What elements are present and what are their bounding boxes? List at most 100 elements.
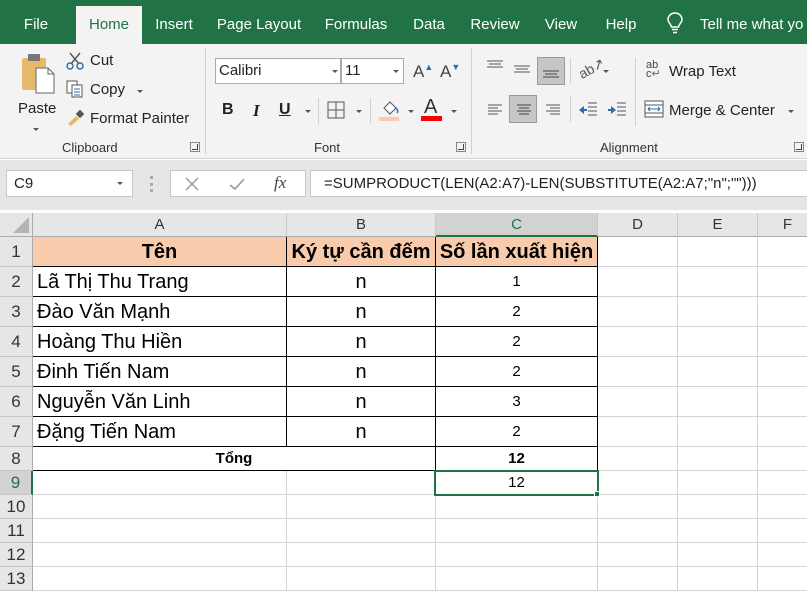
empty-cell[interactable] <box>758 267 807 297</box>
tab-home[interactable]: Home <box>76 6 142 44</box>
empty-cell[interactable] <box>758 357 807 387</box>
empty-cell[interactable] <box>598 543 678 567</box>
row-header-6[interactable]: 6 <box>0 387 33 417</box>
tab-help[interactable]: Help <box>596 6 646 44</box>
empty-cell[interactable] <box>287 567 436 591</box>
empty-cell[interactable] <box>436 495 598 519</box>
empty-cell[interactable] <box>678 417 758 447</box>
bottom-align-button[interactable] <box>537 57 565 85</box>
empty-cell[interactable] <box>598 471 678 495</box>
clipboard-dialog-launcher-icon[interactable] <box>190 142 200 152</box>
align-right-icon[interactable] <box>545 104 561 116</box>
count-cell[interactable]: 2 <box>436 327 598 357</box>
empty-cell[interactable] <box>758 471 807 495</box>
name-cell[interactable]: Nguyễn Văn Linh <box>33 387 287 417</box>
empty-cell[interactable] <box>758 447 807 471</box>
fill-handle[interactable] <box>594 491 600 497</box>
empty-cell[interactable] <box>598 495 678 519</box>
empty-cell[interactable] <box>33 543 287 567</box>
empty-cell[interactable] <box>598 297 678 327</box>
count-cell[interactable]: 2 <box>436 417 598 447</box>
empty-cell[interactable] <box>678 567 758 591</box>
font-dialog-launcher-icon[interactable] <box>456 142 466 152</box>
merge-center-dropdown-icon[interactable] <box>788 110 794 113</box>
fill-color-icon[interactable] <box>379 98 401 122</box>
table-header-cell[interactable]: Tên <box>33 237 287 267</box>
formula-bar-resize-handle[interactable] <box>150 176 153 192</box>
empty-cell[interactable] <box>287 543 436 567</box>
empty-cell[interactable] <box>598 567 678 591</box>
row-header-1[interactable]: 1 <box>0 237 33 267</box>
orientation-dropdown-icon[interactable] <box>603 70 609 73</box>
empty-cell[interactable] <box>287 471 436 495</box>
column-header-e[interactable]: E <box>678 213 758 237</box>
row-header-7[interactable]: 7 <box>0 417 33 447</box>
tab-insert[interactable]: Insert <box>148 6 200 44</box>
copy-button[interactable]: Copy <box>90 81 125 98</box>
name-cell[interactable]: Hoàng Thu Hiền <box>33 327 287 357</box>
align-center-button[interactable] <box>509 95 537 123</box>
empty-cell[interactable] <box>598 417 678 447</box>
char-cell[interactable]: n <box>287 357 436 387</box>
copy-dropdown-icon[interactable] <box>137 90 143 93</box>
empty-cell[interactable] <box>436 519 598 543</box>
table-header-cell[interactable]: Ký tự cần đếm <box>287 237 436 267</box>
empty-cell[interactable] <box>758 327 807 357</box>
row-header-12[interactable]: 12 <box>0 543 33 567</box>
chevron-down-icon[interactable] <box>117 182 123 185</box>
empty-cell[interactable] <box>598 267 678 297</box>
wrap-text-button[interactable]: Wrap Text <box>669 63 736 80</box>
empty-cell[interactable] <box>678 237 758 267</box>
tab-review[interactable]: Review <box>464 6 526 44</box>
select-all-button[interactable] <box>0 213 33 237</box>
column-header-d[interactable]: D <box>598 213 678 237</box>
cut-button[interactable]: Cut <box>90 52 113 69</box>
row-header-13[interactable]: 13 <box>0 567 33 591</box>
middle-align-icon[interactable] <box>513 64 531 76</box>
underline-button[interactable]: U <box>279 101 291 119</box>
row-header-9[interactable]: 9 <box>0 471 33 495</box>
total-value-cell[interactable]: 12 <box>436 447 598 471</box>
borders-dropdown-icon[interactable] <box>356 110 362 113</box>
empty-cell[interactable] <box>678 267 758 297</box>
empty-cell[interactable] <box>758 543 807 567</box>
char-cell[interactable]: n <box>287 267 436 297</box>
formula-input[interactable]: =SUMPRODUCT(LEN(A2:A7)-LEN(SUBSTITUTE(A2… <box>310 170 807 197</box>
tab-formulas[interactable]: Formulas <box>318 6 394 44</box>
tab-page-layout[interactable]: Page Layout <box>212 6 306 44</box>
paste-dropdown-icon[interactable] <box>33 128 39 131</box>
empty-cell[interactable] <box>678 297 758 327</box>
format-painter-button[interactable]: Format Painter <box>90 110 189 127</box>
empty-cell[interactable] <box>598 519 678 543</box>
row-header-3[interactable]: 3 <box>0 297 33 327</box>
align-left-icon[interactable] <box>487 104 503 116</box>
empty-cell[interactable] <box>33 519 287 543</box>
count-cell[interactable]: 1 <box>436 267 598 297</box>
column-header-c[interactable]: C <box>436 213 598 237</box>
row-header-2[interactable]: 2 <box>0 267 33 297</box>
count-cell[interactable]: 2 <box>436 297 598 327</box>
enter-check-icon[interactable] <box>229 177 245 191</box>
row-header-11[interactable]: 11 <box>0 519 33 543</box>
empty-cell[interactable] <box>33 471 287 495</box>
empty-cell[interactable] <box>287 519 436 543</box>
row-header-5[interactable]: 5 <box>0 357 33 387</box>
italic-button[interactable]: I <box>253 101 260 121</box>
empty-cell[interactable] <box>598 327 678 357</box>
char-cell[interactable]: n <box>287 387 436 417</box>
tab-file[interactable]: File <box>12 6 60 44</box>
empty-cell[interactable] <box>678 543 758 567</box>
underline-dropdown-icon[interactable] <box>305 110 311 113</box>
decrease-indent-icon[interactable] <box>578 102 598 118</box>
empty-cell[interactable] <box>758 519 807 543</box>
empty-cell[interactable] <box>598 387 678 417</box>
name-cell[interactable]: Đinh Tiến Nam <box>33 357 287 387</box>
empty-cell[interactable] <box>678 471 758 495</box>
empty-cell[interactable] <box>678 357 758 387</box>
column-header-b[interactable]: B <box>287 213 436 237</box>
empty-cell[interactable] <box>758 567 807 591</box>
font-name-select[interactable]: Calibri <box>215 58 341 84</box>
char-cell[interactable]: n <box>287 327 436 357</box>
orientation-icon[interactable]: ab↗ <box>576 54 608 82</box>
empty-cell[interactable] <box>678 327 758 357</box>
